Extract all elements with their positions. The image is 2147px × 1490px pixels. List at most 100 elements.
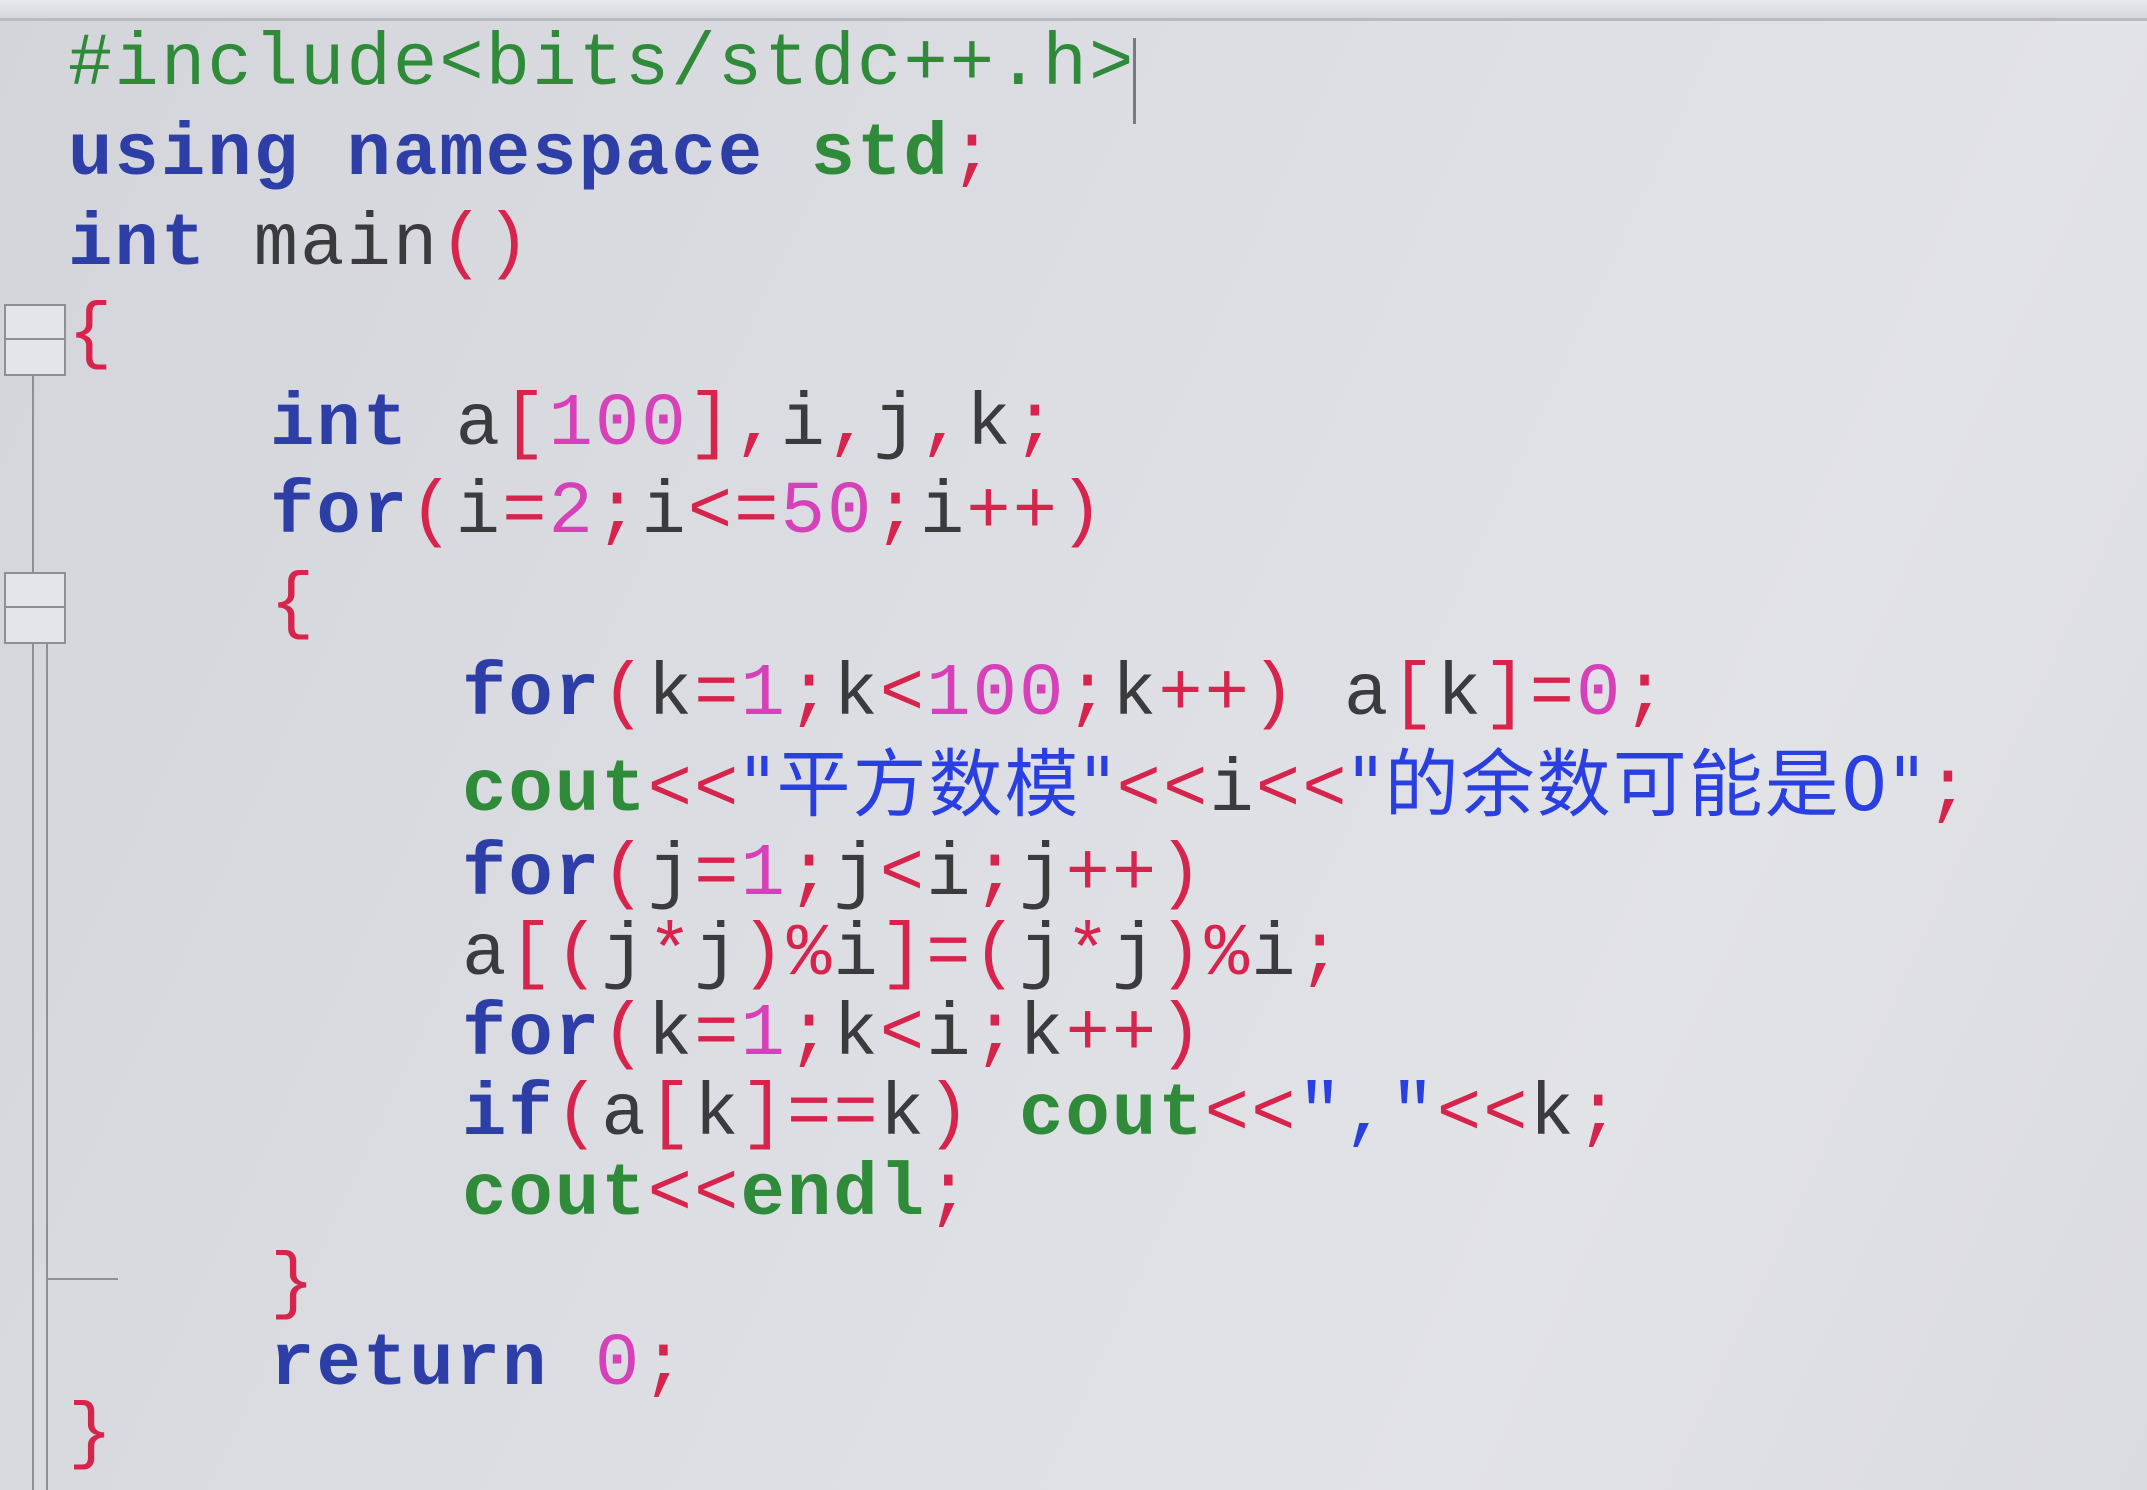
code-token: j (1019, 913, 1066, 997)
code-token: < (879, 993, 927, 1077)
code-token: k (966, 383, 1013, 467)
code-token: 1 (740, 653, 787, 737)
code-line[interactable]: for(k=1;k<100;k++) a[k]=0; (462, 650, 1669, 740)
code-token: using (68, 113, 301, 197)
code-token: ++) (966, 471, 1106, 555)
code-token: ; (1012, 383, 1060, 467)
code-token: main (207, 203, 440, 287)
code-token: j (833, 833, 880, 917)
code-token: i (780, 383, 827, 467)
code-token: ; (972, 993, 1020, 1077)
code-line[interactable]: if(a[k]==k) cout<<","<<k; (462, 1070, 1622, 1160)
code-token: ( (554, 1073, 602, 1157)
code-token: i (926, 833, 973, 917)
fold-guide-line (32, 376, 34, 1490)
code-token: ; (972, 833, 1020, 917)
code-token: j (601, 913, 648, 997)
code-line[interactable]: { (68, 290, 114, 380)
code-token: a (409, 383, 503, 467)
code-token: ; (873, 471, 920, 555)
code-token: 100 (926, 653, 1066, 737)
code-token: ; (641, 1323, 688, 1407)
code-token: endl (740, 1153, 927, 1237)
code-token: k (1436, 653, 1484, 737)
code-token: ; (1575, 1073, 1623, 1157)
code-token: 1 (740, 833, 787, 917)
code-token: cout (1019, 1073, 1205, 1157)
code-token: * (647, 913, 695, 997)
code-line[interactable]: for(j=1;j<i;j++) (462, 830, 1205, 920)
code-token: ; (1622, 653, 1669, 737)
code-token: 0 (1576, 653, 1623, 737)
code-token: } (270, 1243, 317, 1327)
code-token: "平方数模" (740, 742, 1117, 828)
code-token: for (270, 471, 410, 555)
code-token: 2 (548, 471, 595, 555)
code-token: j (873, 383, 920, 467)
code-token: < (879, 833, 927, 917)
code-token: int (270, 383, 410, 467)
code-line[interactable]: return 0; (270, 1320, 688, 1410)
code-line[interactable]: int main() (68, 200, 532, 290)
code-token: ], (687, 383, 781, 467)
code-line[interactable]: a[(j*j)%i]=(j*j)%i; (462, 910, 1344, 1000)
code-token: ; (786, 653, 834, 737)
code-token: namespace (346, 113, 765, 197)
code-token: { (270, 563, 317, 647)
code-token: ; (926, 1153, 973, 1237)
code-token: k (647, 653, 695, 737)
code-token: for (462, 653, 602, 737)
code-token: ; (594, 471, 642, 555)
code-token: = (694, 993, 741, 1077)
code-token: [ (647, 1073, 695, 1157)
code-line[interactable]: #include<bits/stdc++.h> (68, 20, 1135, 110)
code-token: < (879, 653, 927, 737)
code-line[interactable]: cout<<"平方数模"<<i<<"的余数可能是0"; (462, 740, 1972, 836)
fold-end-marker (46, 1278, 118, 1280)
code-line[interactable]: using namespace std; (68, 110, 996, 200)
fold-toggle-for-icon[interactable] (4, 572, 66, 644)
code-line[interactable]: for(k=1;k<i;k++) (462, 990, 1205, 1080)
code-line[interactable]: } (270, 1240, 316, 1330)
code-line[interactable]: for(i=2;i<=50;i++) (270, 468, 1106, 558)
code-line[interactable]: cout<<endl; (462, 1150, 973, 1240)
code-token: = (502, 471, 549, 555)
code-line[interactable]: } (68, 1390, 114, 1480)
code-token: i (926, 993, 973, 1077)
code-token: 100 (548, 383, 688, 467)
code-token: ; (1297, 913, 1344, 997)
code-token: a (601, 1073, 648, 1157)
text-cursor (1133, 38, 1136, 124)
code-token: k (879, 1073, 927, 1157)
code-token: = (694, 833, 741, 917)
code-token: k (833, 653, 880, 737)
code-token: for (462, 993, 602, 1077)
fold-toggle-main-icon[interactable] (4, 304, 66, 376)
code-token: ) (926, 1073, 973, 1157)
code-token: ( (601, 653, 648, 737)
code-token: <= (687, 471, 781, 555)
code-token: () (439, 203, 533, 287)
code-token: ++) (1065, 833, 1205, 917)
code-token: j (1019, 833, 1066, 917)
code-token: if (462, 1073, 555, 1157)
code-token: ]=( (879, 913, 1019, 997)
code-token: ( (601, 993, 648, 1077)
code-token: "的余数可能是0" (1348, 742, 1926, 828)
code-line[interactable]: { (270, 560, 316, 650)
code-token: int (68, 203, 208, 287)
code-line[interactable]: int a[100],i,j,k; (270, 380, 1059, 470)
code-token: [( (508, 913, 602, 997)
code-token: << (1255, 749, 1349, 833)
code-token: a (1297, 653, 1391, 737)
code-token: << (1436, 1073, 1530, 1157)
code-token: ; (949, 113, 997, 197)
code-token: 0 (594, 1323, 642, 1407)
code-token: j (694, 913, 741, 997)
code-token: "," (1297, 1073, 1437, 1157)
code-token: i (455, 471, 503, 555)
